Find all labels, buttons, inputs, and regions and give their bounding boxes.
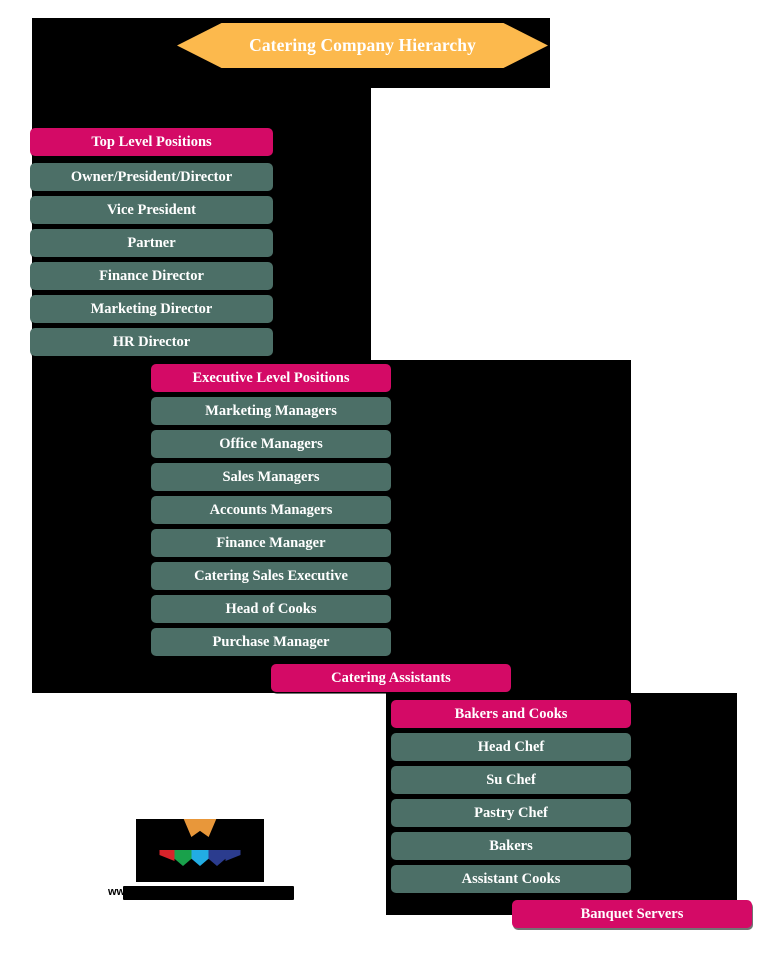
- node-owner-president-director[interactable]: Owner/President/Director: [30, 163, 273, 191]
- node-marketing-director[interactable]: Marketing Director: [30, 295, 273, 323]
- node-su-chef[interactable]: Su Chef: [391, 766, 631, 794]
- group-header-catering-assistants[interactable]: Catering Assistants: [271, 664, 511, 692]
- node-accounts-managers[interactable]: Accounts Managers: [151, 496, 391, 524]
- logo-chevron-green: [174, 850, 192, 866]
- logo-mark: [136, 819, 264, 882]
- group-header-banquet-servers[interactable]: Banquet Servers: [512, 900, 752, 928]
- node-hr-director[interactable]: HR Director: [30, 328, 273, 356]
- hierarchy-diagram: Catering Company Hierarchy Top Level Pos…: [0, 0, 782, 963]
- group-header-bakers-and-cooks[interactable]: Bakers and Cooks: [391, 700, 631, 728]
- logo-chevron-red: [159, 850, 175, 861]
- node-bakers[interactable]: Bakers: [391, 832, 631, 860]
- logo-crown-icon: [182, 819, 218, 837]
- logo-chevron-cyan: [191, 850, 209, 866]
- node-partner[interactable]: Partner: [30, 229, 273, 257]
- node-purchase-manager[interactable]: Purchase Manager: [151, 628, 391, 656]
- logo-url-text: ww: [108, 886, 294, 901]
- group-header-executive-level-positions[interactable]: Executive Level Positions: [151, 364, 391, 392]
- node-assistant-cooks[interactable]: Assistant Cooks: [391, 865, 631, 893]
- node-catering-sales-executive[interactable]: Catering Sales Executive: [151, 562, 391, 590]
- logo-url-redaction-bar: [123, 886, 294, 900]
- node-vice-president[interactable]: Vice President: [30, 196, 273, 224]
- node-pastry-chef[interactable]: Pastry Chef: [391, 799, 631, 827]
- node-office-managers[interactable]: Office Managers: [151, 430, 391, 458]
- node-marketing-managers[interactable]: Marketing Managers: [151, 397, 391, 425]
- node-sales-managers[interactable]: Sales Managers: [151, 463, 391, 491]
- diagram-title-banner: Catering Company Hierarchy: [177, 23, 548, 68]
- node-finance-director[interactable]: Finance Director: [30, 262, 273, 290]
- diagram-title-text: Catering Company Hierarchy: [249, 35, 476, 55]
- node-finance-manager[interactable]: Finance Manager: [151, 529, 391, 557]
- node-head-chef[interactable]: Head Chef: [391, 733, 631, 761]
- node-head-of-cooks[interactable]: Head of Cooks: [151, 595, 391, 623]
- group-header-top-level-positions[interactable]: Top Level Positions: [30, 128, 273, 156]
- logo-chevron-blue: [208, 850, 226, 866]
- logo-chevron-fan-icon: [159, 850, 241, 866]
- logo-chevron-navy: [225, 850, 241, 861]
